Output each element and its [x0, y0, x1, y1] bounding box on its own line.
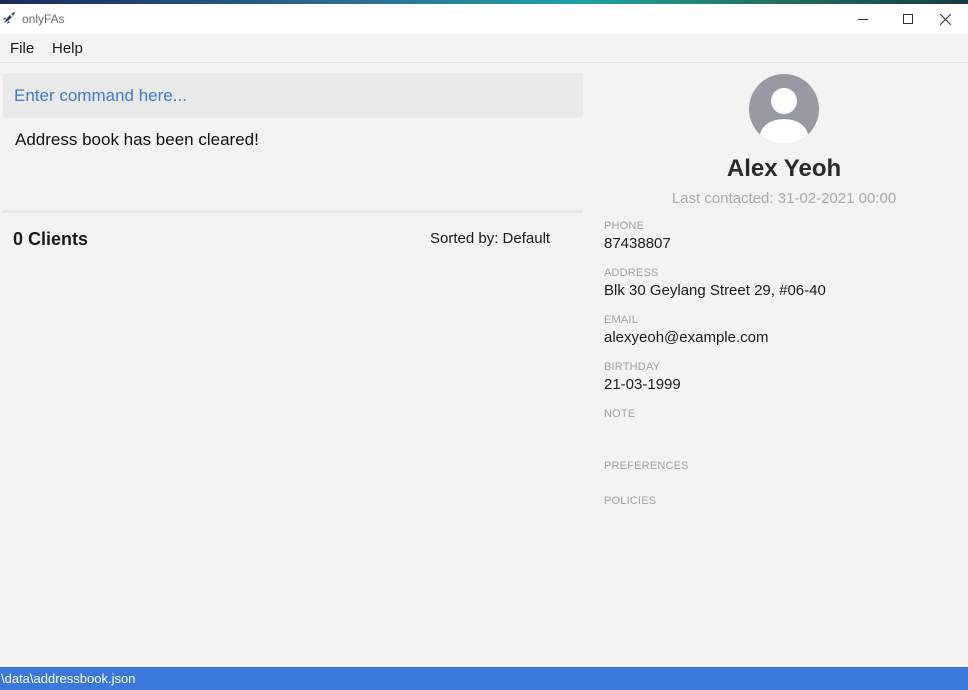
command-input[interactable] [3, 73, 583, 118]
address-value: Blk 30 Geylang Street 29, #06-40 [604, 282, 826, 299]
window-title: onlyFAs [22, 12, 65, 26]
email-label: EMAIL [604, 314, 639, 326]
phone-value: 87438807 [604, 235, 671, 252]
title-bar[interactable]: onlyFAs [0, 4, 968, 34]
command-box[interactable] [3, 73, 583, 118]
preferences-label: PREFERENCES [604, 460, 689, 472]
sort-indicator: Sorted by: Default [430, 230, 551, 247]
minimize-button[interactable] [840, 4, 886, 34]
policies-label: POLICIES [604, 495, 657, 507]
birthday-value: 21-03-1999 [604, 376, 681, 393]
menu-help[interactable]: Help [50, 40, 85, 57]
phone-label: PHONE [604, 220, 645, 232]
close-button[interactable] [922, 4, 968, 34]
minimize-icon [858, 19, 868, 20]
rocket-icon [3, 12, 15, 24]
last-contacted: Last contacted: 31-02-2021 00:00 [671, 190, 897, 207]
result-message: Address book has been cleared! [15, 130, 259, 149]
divider[interactable] [3, 210, 583, 213]
birthday-label: BIRTHDAY [604, 361, 661, 373]
data-file-path: \data\addressbook.json [1, 671, 136, 686]
profile-name: Alex Yeoh [726, 155, 842, 182]
status-bar: \data\addressbook.json [0, 667, 968, 690]
user-avatar-icon [749, 74, 819, 144]
note-label: NOTE [604, 408, 636, 420]
menu-file[interactable]: File [8, 40, 36, 57]
address-label: ADDRESS [604, 267, 659, 279]
email-value: alexyeoh@example.com [604, 329, 769, 346]
client-count: 0 Clients [13, 229, 89, 249]
maximize-icon [903, 14, 913, 24]
menu-bar: File Help [0, 34, 968, 63]
close-icon [939, 13, 951, 25]
